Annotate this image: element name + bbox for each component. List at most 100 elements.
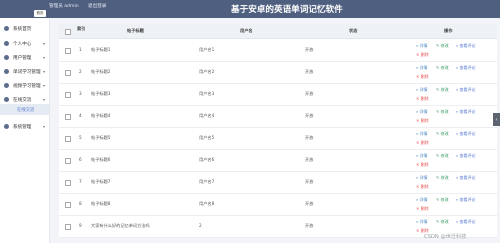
row-title: 帖子标题1	[91, 47, 111, 52]
sidebar-item-3[interactable]: 用户管理 ▾	[0, 51, 49, 64]
row-index: 7	[79, 179, 82, 184]
view-comments-button[interactable]: ⌕ 查看评论	[456, 109, 476, 115]
row-index: 3	[79, 91, 82, 96]
sidebar-subitem-chat[interactable]: 在线交流	[0, 104, 49, 115]
delete-button[interactable]: ✕ 删除	[416, 74, 429, 80]
view-comments-button[interactable]: ⌕ 查看评论	[456, 219, 476, 225]
row-user: 用户名6	[199, 157, 215, 162]
header-user[interactable]: 用户名	[240, 28, 253, 34]
table-row: 8 帖子标题8 用户名8 开放 ⌕ 详情 ✎ 修改 ⌕ 查看评论 ✕ 删除	[59, 193, 497, 216]
side-toggle-tab[interactable]: ‹	[493, 113, 500, 126]
sidebar-item-5[interactable]: 视频学习管理 ▾	[0, 79, 49, 92]
row-title: 帖子标题4	[91, 113, 111, 118]
edit-button[interactable]: ✎ 修改	[436, 197, 449, 203]
sidebar-item-label: 系统管理	[13, 124, 32, 130]
header-status[interactable]: 状态	[349, 28, 357, 34]
view-comments-button[interactable]: ⌕ 查看评论	[456, 153, 476, 159]
detail-button[interactable]: ⌕ 详情	[416, 87, 428, 93]
sidebar-item-label: 系统首页	[13, 26, 32, 32]
delete-button[interactable]: ✕ 删除	[416, 140, 429, 146]
view-comments-button[interactable]: ⌕ 查看评论	[456, 197, 476, 203]
row-checkbox[interactable]	[65, 224, 71, 230]
table-row: 6 帖子标题6 用户名6 开放 ⌕ 详情 ✎ 修改 ⌕ 查看评论 ✕ 删除	[59, 149, 497, 172]
chevron-down-icon: ▾	[42, 41, 45, 46]
row-title: 帖子标题6	[91, 157, 111, 162]
select-all-checkbox[interactable]	[65, 28, 71, 35]
users-icon	[4, 55, 9, 60]
row-status: 开放	[305, 47, 314, 52]
book-icon	[4, 69, 9, 74]
row-checkbox[interactable]	[65, 202, 71, 208]
row-user: 用户名4	[199, 113, 215, 118]
sidebar-item-2[interactable]: 个人中心 ▾	[0, 37, 49, 50]
row-title: 帖子标题5	[91, 135, 111, 140]
csdn-watermark: CSDN @世迁科技	[424, 234, 467, 240]
chevron-down-icon: ▾	[42, 69, 45, 74]
detail-button[interactable]: ⌕ 详情	[416, 219, 428, 225]
row-title: 帖子标题8	[91, 201, 111, 206]
view-comments-button[interactable]: ⌕ 查看评论	[456, 87, 476, 93]
detail-button[interactable]: ⌕ 详情	[416, 131, 428, 137]
row-status: 开放	[305, 201, 314, 206]
edit-button[interactable]: ✎ 修改	[436, 43, 449, 49]
header-title[interactable]: 帖子标题	[127, 28, 144, 34]
logout-link[interactable]: 退出登录	[88, 3, 106, 9]
row-checkbox[interactable]	[65, 48, 71, 54]
row-title: 帖子标题3	[91, 91, 111, 96]
detail-button[interactable]: ⌕ 详情	[416, 175, 428, 181]
row-user: 用户名7	[199, 179, 215, 184]
chevron-down-icon: ▾	[42, 97, 45, 102]
row-status: 开放	[305, 113, 314, 118]
sidebar-item-4[interactable]: 单词学习管理 ▾	[0, 65, 49, 78]
edit-button[interactable]: ✎ 修改	[436, 219, 449, 225]
detail-button[interactable]: ⌕ 详情	[416, 153, 428, 159]
detail-button[interactable]: ⌕ 详情	[416, 109, 428, 115]
row-checkbox[interactable]	[65, 136, 71, 142]
delete-button[interactable]: ✕ 删除	[416, 96, 429, 102]
row-index: 2	[79, 69, 82, 74]
detail-button[interactable]: ⌕ 详情	[416, 197, 428, 203]
edit-button[interactable]: ✎ 修改	[436, 153, 449, 159]
row-status: 开放	[305, 69, 314, 74]
view-comments-button[interactable]: ⌕ 查看评论	[456, 65, 476, 71]
edit-button[interactable]: ✎ 修改	[436, 87, 449, 93]
sidebar-item-1[interactable]: 系统首页	[0, 22, 49, 35]
row-status: 开放	[305, 179, 314, 184]
sidebar-subitem-label: 在线交流	[17, 108, 35, 113]
delete-button[interactable]: ✕ 删除	[416, 118, 429, 124]
view-comments-button[interactable]: ⌕ 查看评论	[456, 43, 476, 49]
view-comments-button[interactable]: ⌕ 查看评论	[456, 175, 476, 181]
row-user: 用户名3	[199, 91, 215, 96]
delete-button[interactable]: ✕ 删除	[416, 52, 429, 58]
delete-button[interactable]: ✕ 删除	[416, 184, 429, 190]
row-index: 5	[79, 135, 82, 140]
row-checkbox[interactable]	[65, 70, 71, 76]
row-checkbox[interactable]	[65, 180, 71, 186]
edit-button[interactable]: ✎ 修改	[436, 109, 449, 115]
row-user: 用户名2	[199, 69, 215, 74]
row-user: 用户名8	[199, 201, 215, 206]
header-actions: 操作	[444, 28, 453, 33]
view-comments-button[interactable]: ⌕ 查看评论	[456, 131, 476, 137]
sidebar-item-label: 个人中心	[13, 41, 32, 47]
delete-button[interactable]: ✕ 删除	[416, 206, 429, 212]
row-checkbox[interactable]	[65, 92, 71, 98]
row-status: 开放	[305, 91, 314, 96]
delete-button[interactable]: ✕ 删除	[416, 162, 429, 168]
edit-button[interactable]: ✎ 修改	[436, 175, 449, 181]
detail-button[interactable]: ⌕ 详情	[416, 43, 428, 49]
table-row: 2 帖子标题2 用户名2 开放 ⌕ 详情 ✎ 修改 ⌕ 查看评论 ✕ 删除	[59, 61, 497, 84]
sidebar: 系统首页 个人中心 ▾ 用户管理 ▾ 单词学习管理 ▾ 视频学习管理 ▾ 在线交流 ▾ 系统管理 ▾ 在线…	[0, 0, 50, 243]
sidebar-item-7[interactable]: 系统管理 ▾	[0, 120, 49, 133]
row-checkbox[interactable]	[65, 158, 71, 164]
row-title: 帖子标题7	[91, 179, 111, 184]
row-index: 1	[79, 47, 82, 52]
row-checkbox[interactable]	[65, 114, 71, 120]
home-icon	[4, 26, 9, 31]
chevron-down-icon: ▾	[42, 83, 45, 88]
edit-button[interactable]: ✎ 修改	[436, 65, 449, 71]
edit-button[interactable]: ✎ 修改	[436, 131, 449, 137]
sidebar-item-label: 单词学习管理	[13, 69, 41, 75]
detail-button[interactable]: ⌕ 详情	[416, 65, 428, 71]
posts-table: 索引 帖子标题 用户名 状态 操作 1 帖子标题1 用户名1 开放 ⌕ 详情 ✎ 修改 ⌕ …	[59, 24, 497, 238]
